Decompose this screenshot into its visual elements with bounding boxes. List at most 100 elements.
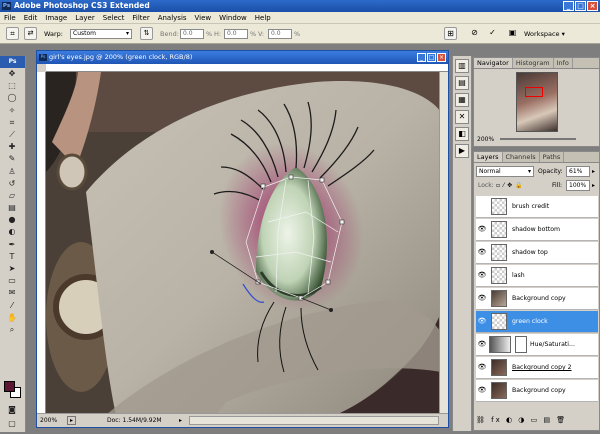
zoom-level[interactable]: 200% — [40, 414, 57, 427]
eraser-tool-icon[interactable]: ▱ — [0, 190, 24, 202]
tab-paths[interactable]: Paths — [540, 152, 565, 162]
layer-row[interactable]: 👁 Background copy — [476, 288, 598, 310]
mode-icon[interactable]: ⊞ — [444, 27, 457, 40]
shape-tool-icon[interactable]: ▭ — [0, 275, 24, 287]
status-menu-icon[interactable]: ▸ — [67, 416, 76, 425]
navigator-zoom-slider[interactable] — [500, 138, 576, 140]
marquee-tool-icon[interactable]: ⬚ — [0, 80, 24, 92]
transform-mode-icon[interactable]: ⇄ — [24, 27, 37, 40]
warp-tool-icon[interactable]: ⌗ — [6, 27, 19, 40]
pen-tool-icon[interactable]: ✒ — [0, 239, 24, 251]
menu-image[interactable]: Image — [41, 12, 71, 24]
foreground-color-swatch[interactable] — [4, 381, 15, 392]
navigator-thumbnail[interactable] — [516, 72, 558, 132]
menu-filter[interactable]: Filter — [128, 12, 153, 24]
move-tool-icon[interactable]: ✥ — [0, 68, 24, 80]
camera-icon[interactable]: ▣ — [506, 27, 519, 40]
navigator-zoom[interactable]: 200% — [477, 136, 494, 143]
history-brush-icon[interactable]: ↺ — [0, 178, 24, 190]
brushes-icon[interactable]: ▥ — [455, 59, 469, 73]
layer-row[interactable]: 👁 Hue/Saturati... — [476, 334, 598, 356]
layer-row[interactable]: 👁 shadow bottom — [476, 219, 598, 241]
menu-edit[interactable]: Edit — [20, 12, 42, 24]
commit-transform-icon[interactable]: ✓ — [486, 27, 499, 40]
tool-presets-icon[interactable]: ▤ — [455, 76, 469, 90]
doc-maximize-button[interactable]: □ — [427, 53, 436, 62]
hand-tool-icon[interactable]: ✋ — [0, 312, 24, 324]
tab-navigator[interactable]: Navigator — [474, 58, 513, 68]
layer-row[interactable]: brush credit — [476, 196, 598, 218]
eye-icon[interactable]: 👁 — [477, 316, 487, 326]
horizontal-scrollbar[interactable] — [189, 416, 439, 425]
clone-stamp-icon[interactable]: ♙ — [0, 166, 24, 178]
doc-minimize-button[interactable]: _ — [417, 53, 426, 62]
eye-icon[interactable]: 👁 — [477, 385, 487, 395]
status-arrow-icon[interactable]: ▸ — [179, 414, 182, 427]
visibility-toggle[interactable] — [477, 201, 487, 211]
layer-row[interactable]: 👁 Background copy 2 — [476, 357, 598, 379]
eyedropper-icon[interactable]: ⁄ — [0, 300, 24, 312]
quick-mask-icon[interactable]: ◙ — [0, 404, 24, 416]
tab-info[interactable]: Info — [554, 58, 573, 68]
notes-tool-icon[interactable]: ✉ — [0, 287, 24, 299]
layer-row-selected[interactable]: 👁 green clock — [476, 311, 598, 333]
maximize-button[interactable]: □ — [575, 1, 586, 11]
layer-row[interactable]: 👁 lash — [476, 265, 598, 287]
layer-row[interactable]: 👁 Background copy — [476, 380, 598, 402]
eye-icon[interactable]: 👁 — [477, 270, 487, 280]
menu-analysis[interactable]: Analysis — [154, 12, 191, 24]
eye-icon[interactable]: 👁 — [477, 339, 487, 349]
eye-icon[interactable]: 👁 — [477, 224, 487, 234]
menu-help[interactable]: Help — [251, 12, 275, 24]
dodge-tool-icon[interactable]: ◐ — [0, 226, 24, 238]
eye-icon[interactable]: 👁 — [477, 247, 487, 257]
path-selection-icon[interactable]: ➤ — [0, 263, 24, 275]
eye-icon[interactable]: 👁 — [477, 293, 487, 303]
brush-tool-icon[interactable]: ✎ — [0, 153, 24, 165]
bend-field[interactable]: 0.0 — [180, 29, 204, 39]
menu-layer[interactable]: Layer — [71, 12, 99, 24]
crop-tool-icon[interactable]: ⌗ — [0, 117, 24, 129]
close-button[interactable]: × — [587, 1, 598, 11]
healing-brush-icon[interactable]: ✚ — [0, 141, 24, 153]
layers-footer-icons[interactable]: ⛓ fx ◐ ◑ ▭ ▤ 🗑 — [476, 416, 598, 428]
fill-arrow-icon[interactable]: ▸ — [592, 180, 595, 191]
opacity-arrow-icon[interactable]: ▸ — [592, 166, 595, 177]
tools-panel-icon[interactable]: ✕ — [455, 110, 469, 124]
menu-file[interactable]: File — [0, 12, 20, 24]
type-tool-icon[interactable]: T — [0, 251, 24, 263]
slice-tool-icon[interactable]: ⟋ — [0, 129, 24, 141]
v-distortion-field[interactable]: 0.0 — [268, 29, 292, 39]
layer-row[interactable]: 👁 shadow top — [476, 242, 598, 264]
h-distortion-field[interactable]: 0.0 — [224, 29, 248, 39]
fill-field[interactable]: 100% — [566, 180, 590, 191]
lock-icons[interactable]: ▫⁄✥🔒 — [496, 180, 526, 191]
blend-mode-select[interactable]: Normal ▾ — [476, 166, 534, 177]
tab-channels[interactable]: Channels — [503, 152, 540, 162]
magic-wand-icon[interactable]: ✧ — [0, 105, 24, 117]
screen-mode-icon[interactable]: ▢ — [0, 418, 24, 430]
menu-window[interactable]: Window — [215, 12, 251, 24]
menu-select[interactable]: Select — [99, 12, 129, 24]
layer-comps-icon[interactable]: ▦ — [455, 93, 469, 107]
vertical-scrollbar[interactable] — [439, 72, 448, 413]
zoom-tool-icon[interactable]: ⌕ — [0, 324, 24, 336]
opacity-field[interactable]: 61% — [566, 166, 590, 177]
tab-layers[interactable]: Layers — [474, 152, 503, 162]
doc-close-button[interactable]: × — [437, 53, 446, 62]
cancel-transform-icon[interactable]: ⊘ — [468, 27, 481, 40]
eye-icon[interactable]: 👁 — [477, 362, 487, 372]
workspace-menu[interactable]: Workspace ▾ — [524, 28, 565, 40]
actions-icon[interactable]: ▶ — [455, 144, 469, 158]
lasso-tool-icon[interactable]: ◯ — [0, 92, 24, 104]
navigator-view-box[interactable] — [525, 87, 543, 97]
gradient-tool-icon[interactable]: ▤ — [0, 202, 24, 214]
image-canvas[interactable] — [46, 72, 441, 415]
minimize-button[interactable]: _ — [563, 1, 574, 11]
blur-tool-icon[interactable]: ● — [0, 214, 24, 226]
history-icon[interactable]: ◧ — [455, 127, 469, 141]
warp-orientation-icon[interactable]: ⇅ — [140, 27, 153, 40]
tab-histogram[interactable]: Histogram — [513, 58, 554, 68]
warp-style-select[interactable]: Custom ▾ — [70, 29, 132, 39]
menu-view[interactable]: View — [191, 12, 216, 24]
